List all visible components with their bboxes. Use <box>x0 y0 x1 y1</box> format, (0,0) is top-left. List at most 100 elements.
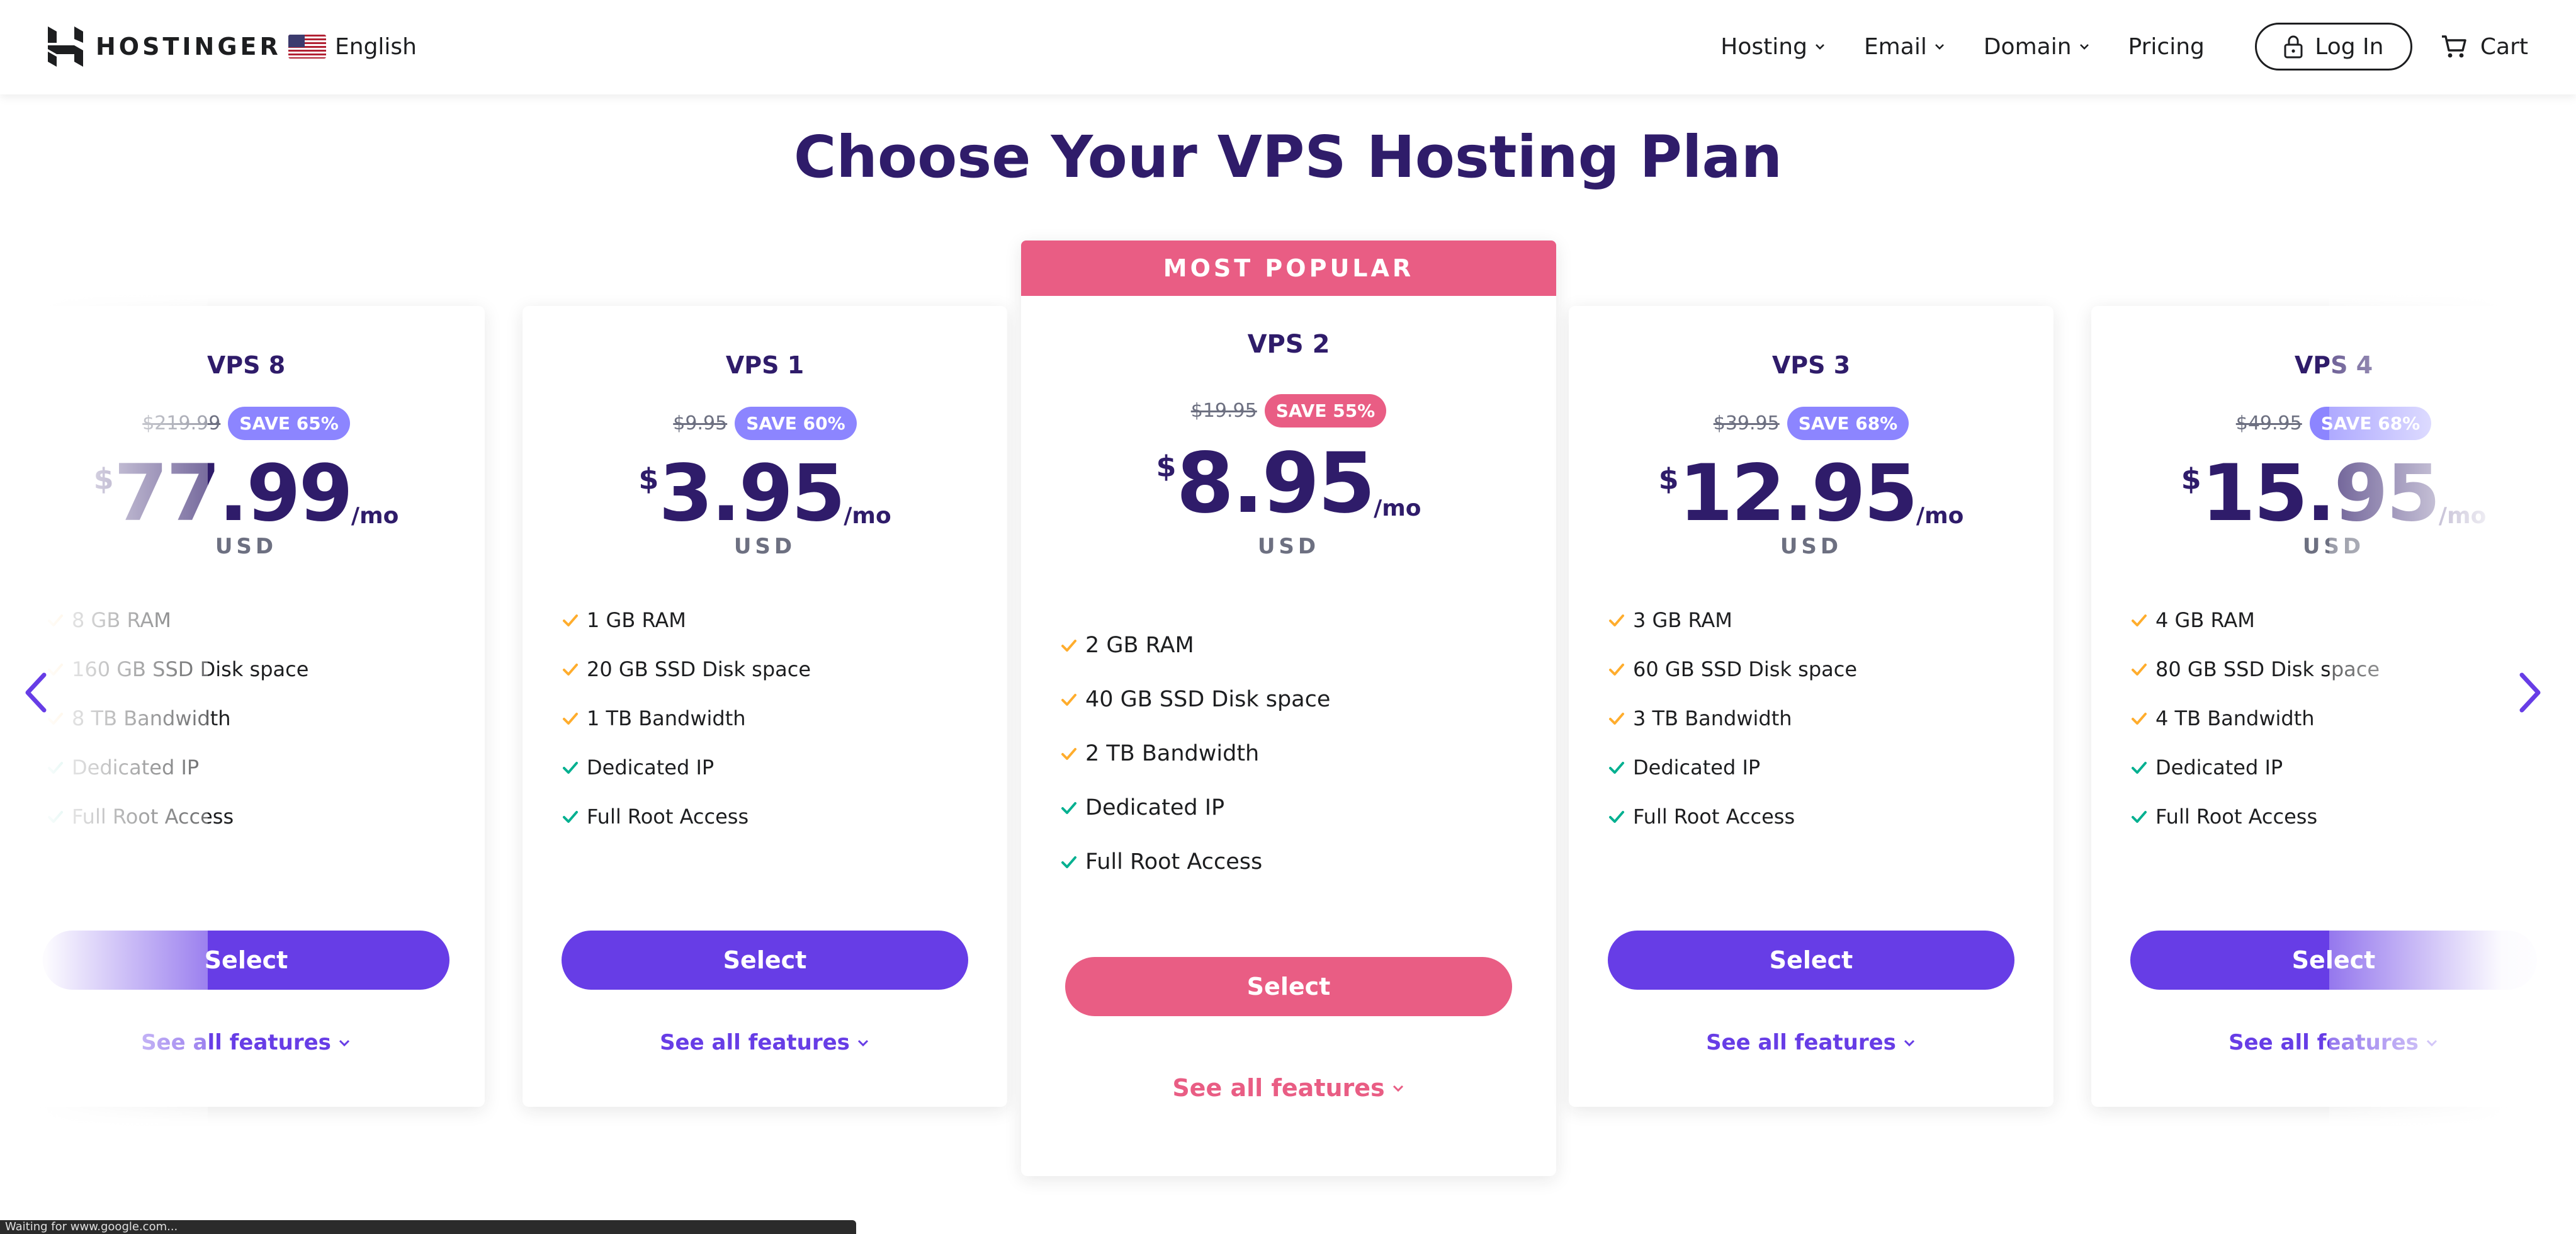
select-plan-button[interactable]: Select <box>562 931 968 990</box>
save-badge: SAVE 60% <box>735 407 857 440</box>
feature-label: Full Root Access <box>1633 805 1795 829</box>
check-icon <box>2132 762 2147 774</box>
currency-symbol: $ <box>638 462 659 496</box>
nav-email[interactable]: Email <box>1864 34 1946 60</box>
plan-price: $ 12.95 /mo <box>1569 455 2053 533</box>
old-price: $39.95 <box>1713 412 1780 434</box>
feature-item: 1 TB Bandwidth <box>562 694 811 743</box>
chevron-down-icon <box>1935 44 1944 50</box>
feature-label: 1 TB Bandwidth <box>587 706 746 730</box>
chevron-down-icon <box>1904 1039 1914 1047</box>
feature-item: 20 GB SSD Disk space <box>562 645 811 694</box>
language-label: English <box>335 33 417 60</box>
lock-icon <box>2284 35 2303 59</box>
feature-item: Full Root Access <box>1608 792 1857 841</box>
login-button[interactable]: Log In <box>2254 23 2412 71</box>
save-badge: SAVE 65% <box>228 407 350 440</box>
chevron-down-icon <box>2079 44 2089 50</box>
language-selector[interactable]: English <box>288 31 417 62</box>
feature-label: 3 TB Bandwidth <box>1633 706 1792 730</box>
hostinger-logo[interactable]: HOSTINGER <box>48 26 281 67</box>
old-price: $49.95 <box>2235 412 2302 434</box>
check-icon <box>563 811 578 823</box>
price-period: /mo <box>351 503 399 529</box>
plan-card-vps-1: VPS 1 $9.95 SAVE 60% $ 3.95 /mo USD 1 GB… <box>523 306 1007 1107</box>
feature-label: 4 GB RAM <box>2155 608 2255 632</box>
feature-item: 3 TB Bandwidth <box>1608 694 1857 743</box>
check-icon <box>1061 748 1076 760</box>
check-icon <box>1609 762 1624 774</box>
arrow-left-icon <box>25 672 47 713</box>
feature-label: 40 GB SSD Disk space <box>1085 687 1331 712</box>
check-icon <box>1609 664 1624 676</box>
feature-item: Dedicated IP <box>1608 743 1857 792</box>
feature-item: 2 TB Bandwidth <box>1060 727 1330 781</box>
nav-domain[interactable]: Domain <box>1984 34 2091 60</box>
price-period: /mo <box>844 503 891 529</box>
select-plan-button[interactable]: Select <box>1065 957 1512 1016</box>
feature-item: 1 GB RAM <box>562 596 811 645</box>
see-all-features-link[interactable]: See all features <box>523 1030 1007 1055</box>
chevron-down-icon <box>339 1039 349 1047</box>
plan-card-vps-3: VPS 3 $39.95 SAVE 68% $ 12.95 /mo USD 3 … <box>1569 306 2053 1107</box>
nav-label: Pricing <box>2128 33 2205 60</box>
plan-name: VPS 1 <box>725 351 805 379</box>
feature-item: Dedicated IP <box>562 743 811 792</box>
see-all-label: See all features <box>660 1030 850 1055</box>
main-nav: Hosting Email Domain Pricing Log In Cart <box>1720 23 2576 71</box>
feature-item: 40 GB SSD Disk space <box>1060 672 1330 727</box>
feature-item: Dedicated IP <box>1060 781 1330 835</box>
old-price: $9.95 <box>673 412 728 434</box>
nav-label: Hosting <box>1720 33 1807 60</box>
cart-label: Cart <box>2480 33 2528 60</box>
chevron-down-icon <box>1816 44 1824 50</box>
price-amount: 8.95 <box>1176 435 1376 532</box>
feature-item: 3 GB RAM <box>1608 596 1857 645</box>
price-discount-row: $9.95 SAVE 60% <box>523 407 1007 440</box>
price-amount: 3.95 <box>658 448 845 539</box>
feature-item: 2 GB RAM <box>1060 618 1330 672</box>
currency-symbol: $ <box>1156 450 1177 484</box>
check-icon <box>563 664 578 676</box>
see-all-features-link[interactable]: See all features <box>1569 1030 2053 1055</box>
carousel-prev-button[interactable] <box>16 667 54 718</box>
check-icon <box>2132 664 2147 676</box>
feature-list: 3 GB RAM 60 GB SSD Disk space 3 TB Bandw… <box>1608 596 1857 841</box>
currency-symbol: $ <box>2181 462 2201 496</box>
feature-item: Full Root Access <box>1060 835 1330 889</box>
check-icon <box>563 713 578 725</box>
currency-symbol: $ <box>1658 462 1679 496</box>
feature-label: 1 GB RAM <box>587 608 686 632</box>
save-badge: SAVE 68% <box>1787 407 1909 440</box>
see-all-features-link[interactable]: See all features <box>1021 1074 1556 1102</box>
us-flag-icon <box>288 35 326 59</box>
carousel-next-button[interactable] <box>2512 667 2550 718</box>
arrow-right-icon <box>2519 672 2541 713</box>
see-all-label: See all features <box>1172 1074 1385 1102</box>
top-header: HOSTINGER English Hosting Email Domain P… <box>0 0 2576 94</box>
cart-link[interactable]: Cart <box>2440 33 2528 60</box>
feature-item: 60 GB SSD Disk space <box>1608 645 1857 694</box>
hostinger-logo-icon <box>48 26 83 67</box>
check-icon <box>563 614 578 626</box>
price-amount: 12.95 <box>1678 448 1918 539</box>
select-plan-button[interactable]: Select <box>1608 931 2014 990</box>
feature-label: Dedicated IP <box>2155 756 2283 779</box>
feature-label: Full Root Access <box>2155 805 2318 829</box>
most-popular-banner: MOST POPULAR <box>1021 241 1556 296</box>
cart-icon <box>2441 35 2466 58</box>
plan-name: VPS 2 <box>1247 330 1330 359</box>
plan-name: VPS 3 <box>1771 351 1851 379</box>
page-title: Choose Your VPS Hosting Plan <box>793 123 1783 191</box>
feature-label: 2 TB Bandwidth <box>1085 741 1260 766</box>
nav-pricing[interactable]: Pricing <box>2128 34 2205 60</box>
nav-hosting[interactable]: Hosting <box>1720 34 1826 60</box>
currency-code: USD <box>1780 534 1843 559</box>
brand-name: HOSTINGER <box>96 33 281 60</box>
feature-label: Dedicated IP <box>1085 795 1225 820</box>
chevron-down-icon <box>1393 1085 1403 1092</box>
feature-label: 3 GB RAM <box>1633 608 1732 632</box>
check-icon <box>1061 802 1076 814</box>
old-price: $19.95 <box>1190 400 1257 422</box>
feature-item: Full Root Access <box>562 792 811 841</box>
